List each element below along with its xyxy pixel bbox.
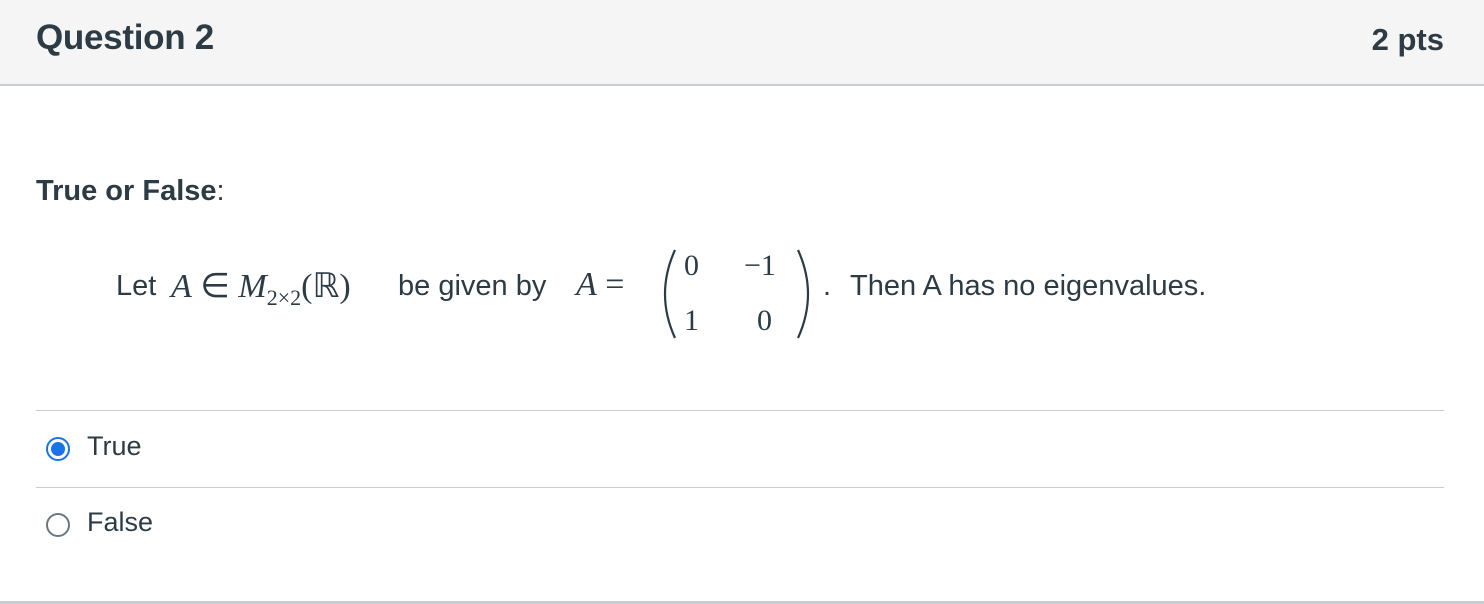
in-symbol: ∈: [200, 268, 230, 305]
set-membership-expression: A ∈ M2×2(ℝ): [171, 266, 351, 311]
question-heading: True or False:: [36, 175, 225, 208]
question-header: Question 2 2 pts: [0, 0, 1484, 86]
matrix-cell-21: 1: [684, 304, 699, 337]
matrix-cell-11: 0: [684, 249, 699, 282]
matrix-cell-22: 0: [757, 304, 772, 337]
question-title: Question 2: [36, 18, 214, 57]
left-paren-icon: [663, 249, 677, 339]
statement-let: Let: [116, 270, 157, 302]
equals-sign: =: [605, 266, 625, 303]
answer-label-true[interactable]: True: [87, 431, 142, 462]
right-paren-icon: [796, 249, 810, 339]
heading-colon: :: [216, 175, 225, 207]
matrix-size: 2×2: [266, 284, 302, 310]
answer-option-false[interactable]: False: [36, 488, 1444, 564]
statement-conclusion: Then A has no eigenvalues.: [850, 270, 1207, 302]
question-points: 2 pts: [1371, 22, 1444, 57]
radio-unselected-icon[interactable]: [46, 513, 70, 537]
var-a: A: [171, 268, 192, 305]
heading-bold: True or False: [36, 175, 217, 207]
var-m: M: [238, 268, 267, 305]
statement-be-given-by: be given by: [398, 270, 547, 302]
question-statement: Let A ∈ M2×2(ℝ) be given by A = 0 −1 1 0…: [116, 244, 1366, 344]
matrix-cell-12: −1: [744, 249, 776, 282]
field-r: (ℝ): [301, 268, 351, 305]
matrix-equation-lhs: A =: [576, 266, 624, 304]
statement-period: .: [823, 270, 832, 302]
var-a-2: A: [576, 266, 597, 303]
radio-selected-icon[interactable]: [46, 437, 70, 461]
answer-option-true[interactable]: True: [36, 411, 1444, 487]
answer-label-false[interactable]: False: [87, 507, 153, 538]
